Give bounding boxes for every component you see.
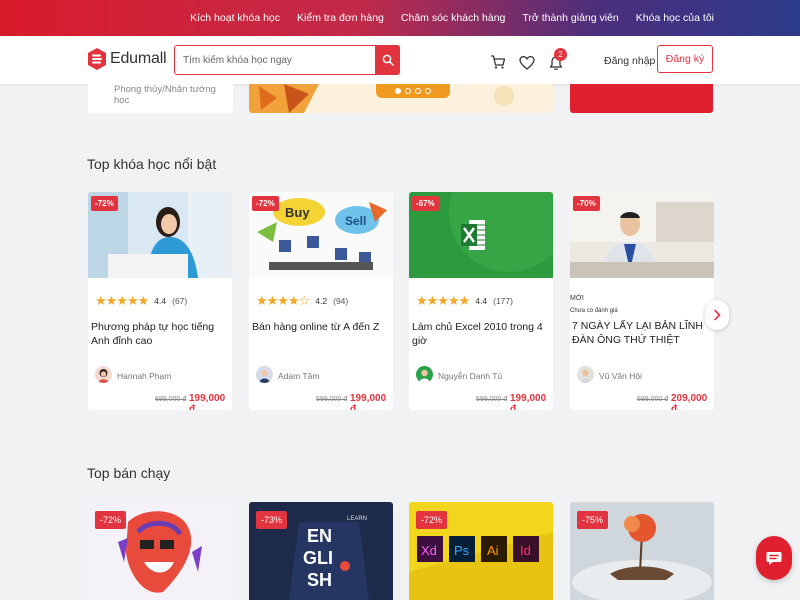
discount-badge: -72% — [95, 511, 127, 529]
course-title[interactable]: Bán hàng online từ A đến Z — [252, 320, 387, 334]
no-rating-label: Chưa có đánh giá — [570, 308, 618, 314]
search-icon — [382, 54, 394, 66]
rating-value: 4.4 — [154, 295, 167, 306]
carousel-dot[interactable] — [425, 88, 431, 94]
author-name: Vũ Văn Hội — [599, 371, 642, 381]
course-card[interactable]: -72% ★★★★★ 4.4 (67) Phương pháp tự học t… — [88, 192, 232, 410]
bestseller-card[interactable]: EN GLI SH LEARN -73% — [249, 502, 393, 600]
logo-text: Edumall — [110, 50, 167, 67]
category-label: Phong thủy/Nhân tướng học — [114, 84, 216, 106]
discount-badge: -73% — [256, 511, 288, 529]
carousel-dot[interactable] — [415, 88, 421, 94]
heart-icon[interactable] — [519, 55, 535, 71]
course-title[interactable]: Phương pháp tự học tiếng Anh đỉnh cao — [91, 320, 226, 348]
nav-check-order[interactable]: Kiểm tra đơn hàng — [297, 12, 384, 24]
discount-badge: -72% — [416, 511, 448, 529]
chat-button[interactable] — [756, 536, 792, 580]
nav-customer-care[interactable]: Chăm sóc khách hàng — [401, 12, 505, 24]
register-button[interactable]: Đăng ký — [657, 45, 713, 73]
search-box — [174, 45, 400, 75]
section-title-top-courses: Top khóa học nổi bật — [87, 156, 217, 172]
logo[interactable]: Edumall — [87, 47, 167, 71]
author-avatar — [256, 366, 273, 383]
rating-count: (67) — [172, 295, 188, 306]
bestseller-card[interactable]: Xd Ps Ai Id -72% — [409, 502, 553, 600]
price: 199,000 đ — [510, 393, 547, 410]
rating: ★★★★★ 4.4 (177) — [416, 294, 513, 307]
thumb-adobe-ai: Ai — [487, 543, 499, 558]
thumb-adobe-ps: Ps — [454, 543, 470, 558]
search-input[interactable] — [175, 46, 375, 74]
thumb-english-2: GLI — [303, 548, 333, 568]
notification-badge: 2 — [554, 48, 567, 61]
rating-count: (94) — [333, 295, 349, 306]
rating-value: 4.4 — [475, 295, 488, 306]
logo-icon — [88, 48, 106, 70]
rating: ★★★★☆ 4.2 (94) — [256, 294, 348, 307]
category-card[interactable]: Phong thủy/Nhân tướng học — [88, 84, 233, 113]
thumb-english-3: SH — [307, 570, 332, 590]
old-price: 699,000 đ — [637, 396, 669, 403]
nav-activate-course[interactable]: Kích hoạt khóa học — [190, 12, 280, 24]
old-price: 699,000 đ — [155, 396, 187, 403]
carousel-dot[interactable] — [405, 88, 411, 94]
thumb-english-1: EN — [307, 526, 332, 546]
discount-badge: -67% — [412, 196, 439, 211]
thumb-adobe-id: Id — [520, 543, 531, 558]
rating: ★★★★★ 4.4 (67) — [95, 294, 187, 307]
cart-icon[interactable] — [490, 54, 506, 70]
search-button[interactable] — [375, 45, 400, 75]
star-rating-icon: ★★★★★ — [416, 293, 470, 308]
author-avatar — [416, 366, 433, 383]
discount-badge: -72% — [91, 196, 118, 211]
login-link[interactable]: Đăng nhập — [604, 55, 655, 67]
section-title-bestsellers: Top bán chạy — [87, 465, 171, 481]
discount-badge: -72% — [252, 196, 279, 211]
course-card[interactable]: -70% MỚI Chưa có đánh giá 7 NGÀY LẤY LẠI… — [570, 192, 714, 410]
author-name: Hannah Phạm — [117, 371, 172, 381]
star-rating-icon: ★★★★★ — [95, 293, 149, 308]
nav-my-courses[interactable]: Khóa học của tôi — [636, 12, 714, 24]
author-avatar — [95, 366, 112, 383]
star-rating-icon: ★★★★☆ — [256, 293, 310, 308]
author-avatar — [577, 366, 594, 383]
bestseller-card[interactable]: -72% — [88, 502, 232, 600]
course-card[interactable]: -67% ★★★★★ 4.4 (177) Làm chủ Excel 2010 … — [409, 192, 553, 410]
new-label: MỚI — [570, 295, 584, 302]
course-card[interactable]: Buy Sell -72% ★★★★☆ 4.2 (94) Bán hàng on… — [249, 192, 393, 410]
author-name: Nguyễn Danh Tú — [438, 371, 503, 381]
chat-icon — [766, 552, 782, 565]
course-title[interactable]: Làm chủ Excel 2010 trong 4 giờ — [412, 320, 547, 348]
rating-value: 4.2 — [315, 295, 328, 306]
old-price: 599,000 đ — [476, 396, 508, 403]
price: 199,000 đ — [350, 393, 387, 410]
discount-badge: -70% — [573, 196, 600, 211]
thumb-adobe-xd: Xd — [421, 543, 437, 558]
thumb-sell-text: Sell — [345, 214, 366, 228]
rating-count: (177) — [493, 295, 513, 306]
bestseller-card[interactable]: -75% — [570, 502, 714, 600]
author-name: Adam Tâm — [278, 371, 320, 381]
carousel-dot[interactable] — [395, 88, 401, 94]
chevron-right-icon — [714, 309, 721, 321]
promo-banner[interactable] — [570, 84, 713, 113]
price: 199,000 đ — [189, 393, 226, 410]
nav-become-instructor[interactable]: Trở thành giảng viên — [522, 12, 618, 24]
thumb-learn-text: LEARN — [347, 516, 367, 522]
old-price: 699,000 đ — [316, 396, 348, 403]
course-title[interactable]: 7 NGÀY LẤY LẠI BẢN LĨNH ĐÀN ÔNG THỨ THIỆ… — [572, 319, 710, 347]
price: 209,000 đ — [671, 393, 708, 410]
carousel-dots — [376, 84, 450, 98]
thumb-buy-text: Buy — [285, 205, 310, 220]
carousel-next-button[interactable] — [705, 300, 729, 330]
discount-badge: -75% — [577, 511, 609, 529]
top-nav-bar: Kích hoạt khóa học Kiểm tra đơn hàng Chă… — [0, 0, 800, 36]
